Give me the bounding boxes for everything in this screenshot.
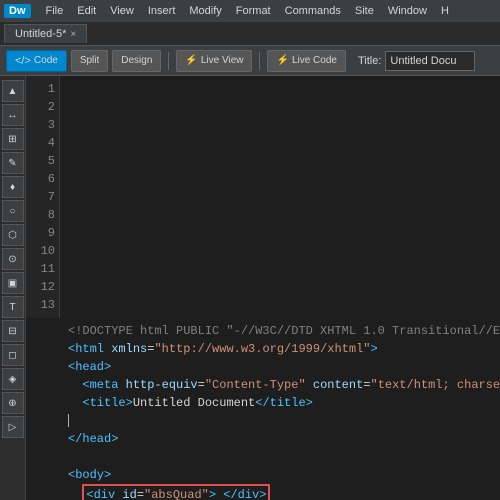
code-panel[interactable]: 1 2 3 4 5 6 7 8 9 10 11 12 13 <!DOCTYPE … (26, 76, 500, 500)
design-label: Design (121, 55, 152, 66)
code-line-9: <body> (68, 466, 492, 484)
code-content[interactable]: <!DOCTYPE html PUBLIC "-//W3C//DTD XHTML… (60, 318, 500, 500)
menu-window[interactable]: Window (381, 3, 434, 19)
tool-pencil[interactable]: ✎ (2, 152, 24, 174)
menu-edit[interactable]: Edit (70, 3, 103, 19)
page-title-input[interactable] (385, 51, 475, 71)
tool-resize[interactable]: ↔ (2, 104, 24, 126)
tool-square[interactable]: ▣ (2, 272, 24, 294)
left-toolbar: ▲ ↔ ⊞ ✎ ♦ ○ ⬡ ⊙ ▣ T ⊟ ◻ ◈ ⊕ ▷ (0, 76, 26, 500)
tab-bar: Untitled-5* × (0, 22, 500, 46)
menu-format[interactable]: Format (229, 3, 278, 19)
tool-target[interactable]: ⊙ (2, 248, 24, 270)
tool-hex[interactable]: ⬡ (2, 224, 24, 246)
live-view-icon: ⚡ (185, 55, 197, 66)
line-numbers: 1 2 3 4 5 6 7 8 9 10 11 12 13 (26, 76, 60, 318)
menu-commands[interactable]: Commands (278, 3, 348, 19)
menu-help[interactable]: H (434, 3, 456, 19)
code-label: Code (34, 55, 58, 66)
code-line-7: </head> (68, 430, 492, 448)
menu-insert[interactable]: Insert (141, 3, 183, 19)
tool-rect[interactable]: ◻ (2, 344, 24, 366)
code-line-5: <title>Untitled Document</title> (68, 394, 492, 412)
code-line-8 (68, 448, 492, 466)
code-line-6 (68, 412, 492, 430)
tab-label: Untitled-5* (15, 28, 66, 40)
code-line-2: <html xmlns="http://www.w3.org/1999/xhtm… (68, 340, 492, 358)
live-code-label: Live Code (292, 55, 337, 66)
code-line-3: <head> (68, 358, 492, 376)
menu-bar: Dw File Edit View Insert Modify Format C… (0, 0, 500, 22)
live-view-button[interactable]: ⚡ Live View (176, 50, 252, 72)
split-view-button[interactable]: Split (71, 50, 108, 72)
live-code-button[interactable]: ⚡ Live Code (267, 50, 345, 72)
toolbar-separator-2 (259, 52, 260, 70)
toolbar: </> Code Split Design ⚡ Live View ⚡ Live… (0, 46, 500, 76)
tool-minus[interactable]: ⊟ (2, 320, 24, 342)
code-line-10: <div id="absQuad"> </div> (68, 484, 492, 500)
app-logo: Dw (4, 4, 31, 18)
code-line-4: <meta http-equiv="Content-Type" content=… (68, 376, 492, 394)
code-view-button[interactable]: </> Code (6, 50, 67, 72)
title-label: Title: (358, 55, 381, 67)
tool-select[interactable]: ▲ (2, 80, 24, 102)
toolbar-separator-1 (168, 52, 169, 70)
live-code-icon: ⚡ (276, 55, 288, 66)
tab-untitled[interactable]: Untitled-5* × (4, 24, 87, 43)
code-line-1: <!DOCTYPE html PUBLIC "-//W3C//DTD XHTML… (68, 322, 492, 340)
tool-play[interactable]: ▷ (2, 416, 24, 438)
live-view-label: Live View (201, 55, 244, 66)
tool-plus[interactable]: ⊕ (2, 392, 24, 414)
tool-node[interactable]: ◈ (2, 368, 24, 390)
tool-circle[interactable]: ○ (2, 200, 24, 222)
menu-view[interactable]: View (103, 3, 141, 19)
tool-diamond[interactable]: ♦ (2, 176, 24, 198)
menu-file[interactable]: File (39, 3, 71, 19)
tool-grid[interactable]: ⊞ (2, 128, 24, 150)
code-icon: </> (15, 55, 31, 67)
tool-text[interactable]: T (2, 296, 24, 318)
design-view-button[interactable]: Design (112, 50, 161, 72)
menu-modify[interactable]: Modify (182, 3, 228, 19)
menu-site[interactable]: Site (348, 3, 381, 19)
editor-area: ▲ ↔ ⊞ ✎ ♦ ○ ⬡ ⊙ ▣ T ⊟ ◻ ◈ ⊕ ▷ 1 2 3 4 5 … (0, 76, 500, 500)
split-label: Split (80, 55, 99, 66)
close-tab-icon[interactable]: × (70, 29, 76, 40)
